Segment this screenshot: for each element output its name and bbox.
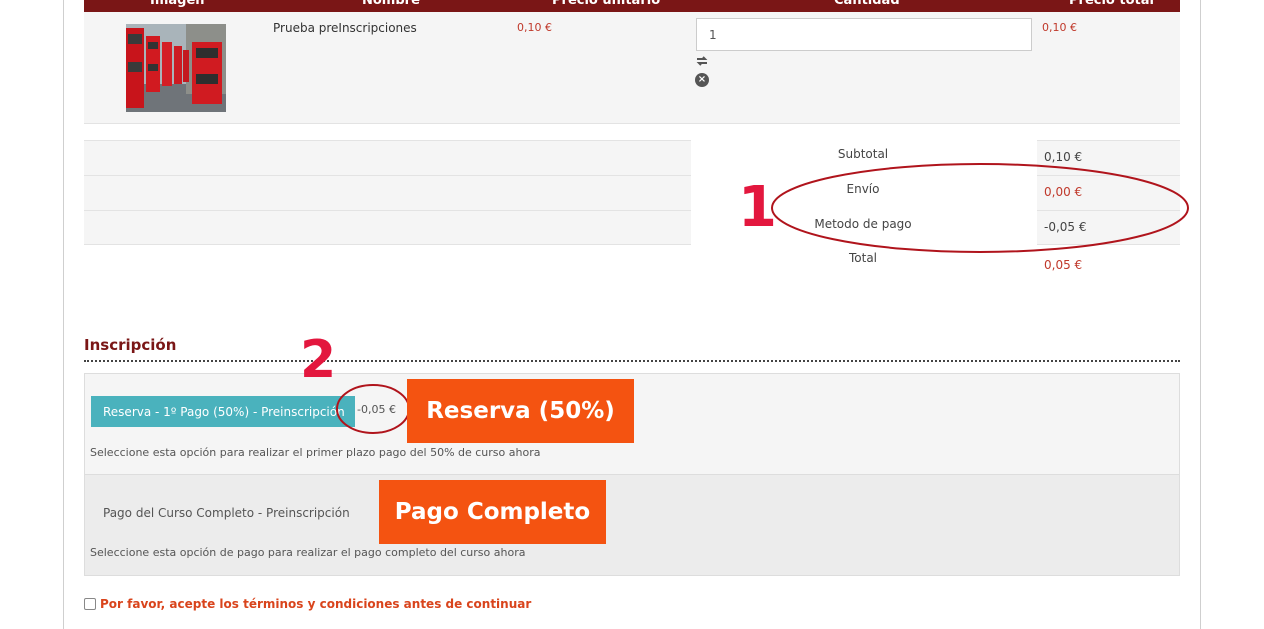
remove-icon[interactable]: × — [695, 73, 709, 87]
checkout-page: Imagen Nombre Precio unitario Cantidad P… — [0, 0, 1264, 629]
filler-row — [84, 140, 691, 175]
header-total-price: Precio total — [1069, 0, 1154, 8]
inscription-title: Inscripción — [84, 336, 177, 354]
subtotal-label: Subtotal — [837, 147, 889, 161]
content-border-left — [63, 0, 64, 629]
section-divider — [84, 360, 1180, 362]
terms-checkbox[interactable] — [84, 598, 96, 610]
total-price: 0,10 € — [1042, 21, 1077, 34]
content-border-right — [1200, 0, 1201, 629]
terms-text: Por favor, acepte los términos y condici… — [100, 597, 532, 611]
filler-row — [84, 210, 691, 245]
product-image[interactable] — [126, 24, 226, 112]
header-image: Imagen — [150, 0, 205, 8]
product-name[interactable]: Prueba preInscripciones — [273, 21, 417, 35]
terms-row: Por favor, acepte los términos y condici… — [84, 597, 531, 611]
full-payment-badge: Pago Completo — [379, 480, 606, 544]
bus-photo-icon — [126, 24, 226, 112]
annotation-ellipse-1 — [771, 163, 1189, 253]
reserve-badge: Reserva (50%) — [407, 379, 634, 443]
unit-price: 0,10 € — [517, 21, 552, 34]
reserve-payment-button[interactable]: Reserva - 1º Pago (50%) - Preinscripción — [91, 396, 355, 427]
annotation-number-2: 2 — [300, 330, 337, 390]
filler-row — [84, 175, 691, 210]
full-payment-label[interactable]: Pago del Curso Completo - Preinscripción — [103, 506, 350, 520]
header-quantity: Cantidad — [834, 0, 900, 8]
annotation-number-1: 1 — [738, 175, 777, 240]
full-option-description: Seleccione esta opción de pago para real… — [90, 546, 526, 559]
quantity-input[interactable] — [696, 18, 1032, 51]
reserve-option-description: Seleccione esta opción para realizar el … — [90, 446, 541, 459]
cart-item-row: Prueba preInscripciones 0,10 € × 0,10 € — [84, 12, 1180, 124]
header-unit-price: Precio unitario — [552, 0, 661, 8]
header-name: Nombre — [362, 0, 420, 8]
cart-table-header: Imagen Nombre Precio unitario Cantidad P… — [84, 0, 1180, 12]
annotation-ellipse-2 — [336, 384, 410, 434]
refresh-icon[interactable] — [695, 54, 709, 68]
payment-option-full[interactable]: Pago del Curso Completo - Preinscripción… — [84, 474, 1180, 576]
